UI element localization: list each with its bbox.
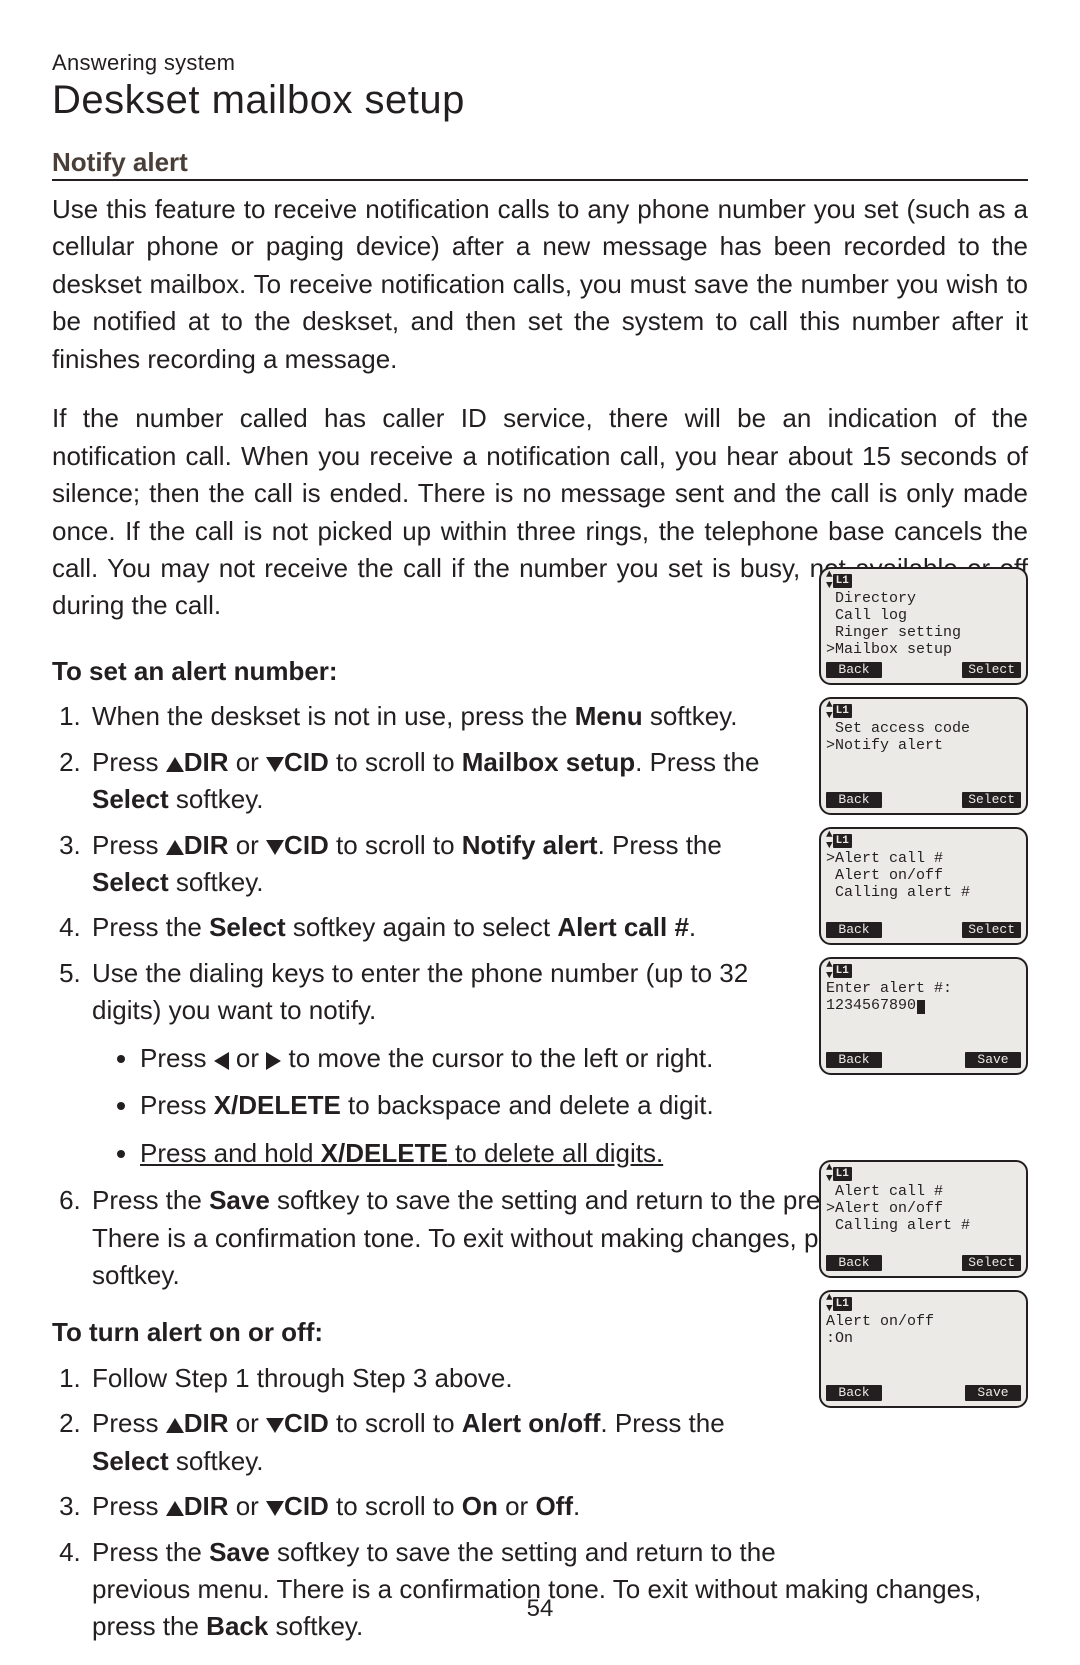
- lcd-row: Alert on/off: [826, 867, 1021, 884]
- lcd-row: Directory: [826, 590, 1021, 607]
- triangle-down-icon: [266, 840, 284, 855]
- lcd-row: >Alert on/off: [826, 1200, 1021, 1217]
- section-heading: Notify alert: [52, 147, 1028, 181]
- triangle-up-icon: [166, 757, 184, 772]
- softkey-back: Back: [826, 922, 882, 938]
- up-down-icon: ▲▼: [826, 700, 831, 722]
- lcd-row: [826, 771, 1021, 788]
- line-badge: L1: [833, 704, 852, 718]
- triangle-up-icon: [166, 1501, 184, 1516]
- triangle-up-icon: [166, 840, 184, 855]
- line-badge: L1: [833, 964, 852, 978]
- softkey-select: Select: [962, 1255, 1021, 1271]
- lcd-screen-6: ▲▼ L1 Alert on/off :On Back Save: [819, 1290, 1028, 1408]
- paragraph-1: Use this feature to receive notification…: [52, 191, 1028, 378]
- lcd-row: Enter alert #:: [826, 980, 1021, 997]
- triangle-left-icon: [214, 1052, 229, 1070]
- lcd-screen-5: ▲▼ L1 Alert call # >Alert on/off Calling…: [819, 1160, 1028, 1278]
- line-badge: L1: [833, 1167, 852, 1181]
- softkey-back: Back: [826, 1052, 882, 1068]
- lcd-screen-2: ▲▼ L1 Set access code >Notify alert Back…: [819, 697, 1028, 815]
- lcd-row: [826, 1234, 1021, 1251]
- lcd-row: :On: [826, 1330, 1021, 1347]
- triangle-down-icon: [266, 757, 284, 772]
- lcd-row: [826, 1031, 1021, 1048]
- breadcrumb: Answering system: [52, 50, 1028, 76]
- page-number: 54: [0, 1595, 1080, 1623]
- lcd-row: 1234567890: [826, 997, 1021, 1014]
- lcd-row: [826, 1347, 1021, 1364]
- softkey-back: Back: [826, 792, 882, 808]
- softkey-save: Save: [965, 1052, 1021, 1068]
- line-badge: L1: [833, 834, 852, 848]
- softkey-select: Select: [962, 792, 1021, 808]
- lcd-screen-1: ▲▼ L1 Directory Call log Ringer setting …: [819, 567, 1028, 685]
- lcd-row: Alert on/off: [826, 1313, 1021, 1330]
- manual-page: Answering system Deskset mailbox setup N…: [0, 0, 1080, 1665]
- up-down-icon: ▲▼: [826, 830, 831, 852]
- lcd-group-a: ▲▼ L1 Directory Call log Ringer setting …: [819, 567, 1028, 1087]
- line-badge: L1: [833, 574, 852, 588]
- triangle-right-icon: [266, 1052, 281, 1070]
- lcd-row: [826, 1364, 1021, 1381]
- lcd-screen-4: ▲▼ L1 Enter alert #: 1234567890 Back Sav…: [819, 957, 1028, 1075]
- triangle-down-icon: [266, 1418, 284, 1433]
- softkey-back: Back: [826, 662, 882, 678]
- lcd-row: Ringer setting: [826, 624, 1021, 641]
- lcd-row: Set access code: [826, 720, 1021, 737]
- up-down-icon: ▲▼: [826, 1163, 831, 1185]
- lcd-row: [826, 901, 1021, 918]
- softkey-select: Select: [962, 662, 1021, 678]
- lcd-screen-3: ▲▼ L1 >Alert call # Alert on/off Calling…: [819, 827, 1028, 945]
- up-down-icon: ▲▼: [826, 1293, 831, 1315]
- lcd-row: >Notify alert: [826, 737, 1021, 754]
- softkey-back: Back: [826, 1385, 882, 1401]
- softkey-select: Select: [962, 922, 1021, 938]
- softkey-save: Save: [965, 1385, 1021, 1401]
- cursor-icon: [917, 1000, 925, 1014]
- line-badge: L1: [833, 1297, 852, 1311]
- lcd-row: Calling alert #: [826, 884, 1021, 901]
- lcd-group-b: ▲▼ L1 Alert call # >Alert on/off Calling…: [819, 1160, 1028, 1420]
- lcd-row: [826, 1014, 1021, 1031]
- lcd-row: Calling alert #: [826, 1217, 1021, 1234]
- up-down-icon: ▲▼: [826, 570, 831, 592]
- lcd-row: [826, 754, 1021, 771]
- triangle-down-icon: [266, 1501, 284, 1516]
- lcd-row: >Mailbox setup: [826, 641, 1021, 658]
- lcd-row: >Alert call #: [826, 850, 1021, 867]
- lcd-row: Call log: [826, 607, 1021, 624]
- page-title: Deskset mailbox setup: [52, 78, 1028, 123]
- up-down-icon: ▲▼: [826, 960, 831, 982]
- triangle-up-icon: [166, 1418, 184, 1433]
- lcd-row: Alert call #: [826, 1183, 1021, 1200]
- softkey-back: Back: [826, 1255, 882, 1271]
